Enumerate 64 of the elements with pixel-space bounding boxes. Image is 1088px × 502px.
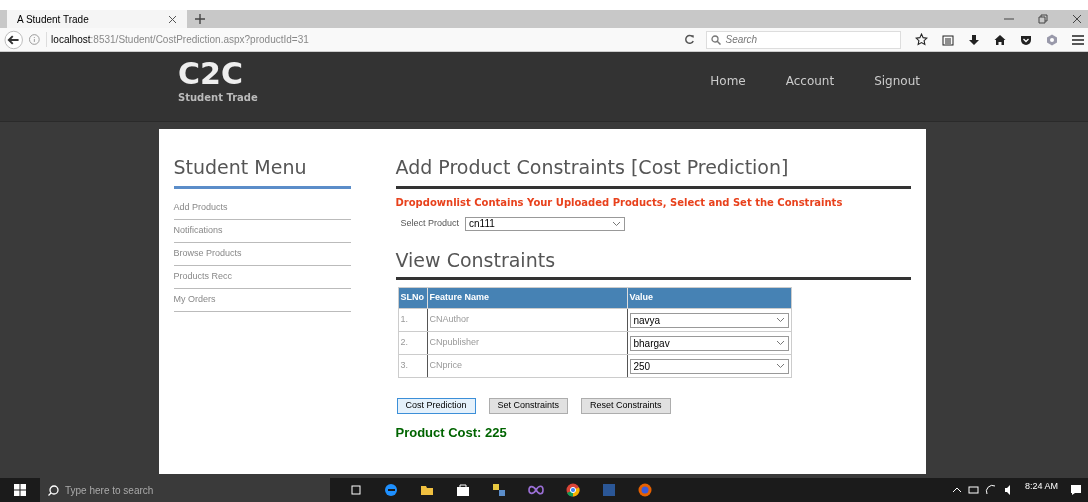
- windows-icon[interactable]: [14, 484, 26, 496]
- select-label: Select Product: [400, 216, 460, 230]
- download-icon[interactable]: [968, 33, 980, 46]
- value-dropdown[interactable]: 250: [629, 358, 789, 374]
- home-icon[interactable]: [994, 33, 1006, 46]
- restore-icon[interactable]: [1038, 14, 1048, 24]
- plus-icon[interactable]: [195, 14, 205, 24]
- firefox-icon[interactable]: [638, 483, 652, 497]
- product-cost-text: Product Cost: 225: [395, 424, 508, 442]
- action-button[interactable]: Cost Prediction: [396, 398, 476, 414]
- action-button[interactable]: Set Constraints: [488, 398, 569, 414]
- sidebar-title: Student Menu: [173, 155, 308, 180]
- value-dropdown[interactable]: bhargav: [629, 335, 789, 351]
- menu-icon[interactable]: [1072, 33, 1084, 46]
- notice-text: Dropdownlist Contains Your Uploaded Products, Select and Set the Constraints: [395, 195, 844, 210]
- nav-link[interactable]: Account: [785, 72, 835, 90]
- app-icon[interactable]: [492, 483, 506, 497]
- bag-icon[interactable]: [456, 483, 470, 497]
- pocket-icon[interactable]: [1020, 33, 1032, 46]
- nav-link[interactable]: Signout: [874, 72, 920, 90]
- clock-text: 8:24 AM: [1024, 480, 1058, 493]
- value-dropdown[interactable]: navya: [629, 312, 789, 328]
- search-icon: [711, 34, 722, 45]
- table-cell: CNAuthor: [427, 309, 628, 331]
- product-dropdown[interactable]: cn111: [465, 216, 626, 231]
- sidebar-link[interactable]: My Orders: [173, 288, 351, 312]
- chevron-down-icon: [612, 220, 622, 227]
- page-title: Add Product Constraints [Cost Prediction]: [395, 155, 790, 180]
- column-header: SLNo: [398, 288, 428, 308]
- site-logo[interactable]: C2C: [178, 58, 258, 90]
- close-icon[interactable]: [1072, 14, 1082, 24]
- notification-icon[interactable]: [1070, 484, 1082, 496]
- search-field[interactable]: Search: [706, 30, 901, 49]
- sidebar-link[interactable]: Add Products: [173, 196, 351, 220]
- section-title: View Constraints: [395, 247, 557, 273]
- table-cell: CNprice: [427, 355, 628, 377]
- action-button[interactable]: Reset Constraints: [581, 398, 671, 414]
- chevron-down-icon: [775, 340, 785, 346]
- star-icon[interactable]: [915, 33, 928, 46]
- table-cell: 1.: [398, 309, 428, 331]
- sidebar-link[interactable]: Browse Products: [173, 242, 351, 266]
- reload-icon[interactable]: [683, 34, 695, 45]
- sidebar-link[interactable]: Products Recc: [173, 265, 351, 289]
- column-header: Value: [628, 291, 654, 305]
- site-tagline: Student Trade: [178, 91, 258, 105]
- chrome-icon[interactable]: [566, 483, 580, 497]
- address-field[interactable]: localhost:8531/Student/CostPrediction.aspx?productId=31: [46, 32, 668, 47]
- sidebar-link[interactable]: Notifications: [173, 219, 351, 243]
- clipboard-icon[interactable]: [942, 33, 954, 46]
- task-view-icon[interactable]: [350, 484, 362, 496]
- table-cell: 3.: [398, 355, 428, 377]
- infinity-icon[interactable]: [528, 485, 544, 495]
- close-icon[interactable]: [168, 14, 177, 24]
- nav-link[interactable]: Home: [710, 72, 746, 90]
- table-cell: 2.: [398, 332, 428, 354]
- taskbar-search-field[interactable]: Type here to search: [40, 478, 330, 502]
- table-cell: CNpublisher: [427, 332, 628, 354]
- chevron-down-icon: [775, 317, 785, 323]
- search-icon: [48, 484, 59, 496]
- browser-icon[interactable]: [384, 483, 398, 497]
- column-header: Feature Name: [427, 288, 628, 308]
- chevron-down-icon: [775, 363, 785, 369]
- folder-icon[interactable]: [420, 483, 434, 497]
- browser-tab[interactable]: A Student Trade: [7, 10, 187, 28]
